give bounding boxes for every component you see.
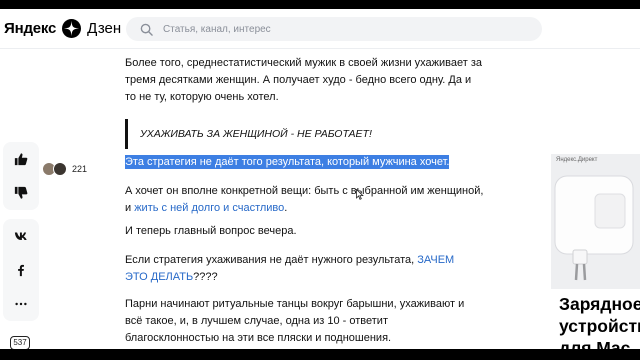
ad-card[interactable]: Яндекс.Директ Зарядное устройство для Ma… [551, 154, 640, 349]
search-placeholder: Статья, канал, интерес [163, 23, 271, 35]
more-button[interactable] [3, 287, 39, 321]
logo[interactable]: Яндекс Дзен [4, 19, 121, 38]
liked-by[interactable]: 221 [42, 162, 87, 176]
ad-label: Яндекс.Директ [556, 157, 598, 163]
highlighted-sentence: Эта стратегия не даёт того результата, к… [125, 155, 450, 169]
share-panel [3, 219, 39, 321]
reactions-panel [3, 142, 39, 210]
share-facebook-button[interactable] [3, 253, 39, 287]
ad-title[interactable]: Зарядное устройство для Mac [559, 293, 640, 349]
mouse-cursor-icon [356, 189, 364, 200]
vk-icon [14, 232, 27, 240]
more-icon [15, 302, 27, 306]
selected-text: Эта стратегия не даёт того результата, к… [125, 154, 450, 171]
comments-counter-badge[interactable]: 537 [10, 336, 30, 349]
browser-viewport: Яндекс Дзен Статья, канал, интерес 221 5… [0, 9, 640, 349]
facebook-icon [18, 264, 24, 277]
article-paragraph: Если стратегия ухаживания не даёт нужног… [125, 252, 465, 286]
article-link[interactable]: жить с ней долго и счастливо [134, 202, 284, 214]
share-vk-button[interactable] [3, 219, 39, 253]
article-paragraph: Более того, среднестатистический мужик в… [125, 57, 483, 104]
likes-count: 221 [72, 164, 88, 174]
thumbs-up-icon [14, 153, 28, 166]
ad-title-line: для Mac [559, 338, 631, 349]
article-paragraph: Парни начинают ритуальные танцы вокруг б… [125, 298, 465, 345]
dislike-button[interactable] [3, 176, 39, 210]
article-paragraph: А хочет он вполне конкретной вещи: быть … [125, 183, 485, 217]
ad-image: Яндекс.Директ [551, 154, 640, 289]
avatar [53, 162, 67, 176]
charger-illustration [551, 154, 640, 289]
zen-logo-icon [62, 19, 82, 38]
search-icon [140, 23, 153, 36]
search-input[interactable]: Статья, канал, интерес [126, 17, 542, 41]
paragraph-text: Если стратегия ухаживания не даёт нужног… [125, 254, 418, 266]
ad-title-line: устройство [559, 316, 640, 336]
logo-product: Дзен [87, 20, 122, 37]
like-button[interactable] [3, 142, 39, 176]
thumbs-down-icon [14, 186, 28, 199]
paragraph-text: ???? [193, 271, 218, 284]
article-paragraph: И теперь главный вопрос вечера. [125, 225, 297, 237]
header: Яндекс Дзен Статья, канал, интерес [0, 9, 640, 49]
ad-title-line: Зарядное [559, 294, 640, 314]
logo-word: Яндекс [4, 20, 57, 37]
article-quote: УХАЖИВАТЬ ЗА ЖЕНЩИНОЙ - НЕ РАБОТАЕТ! [125, 119, 372, 149]
paragraph-text: . [284, 202, 288, 215]
